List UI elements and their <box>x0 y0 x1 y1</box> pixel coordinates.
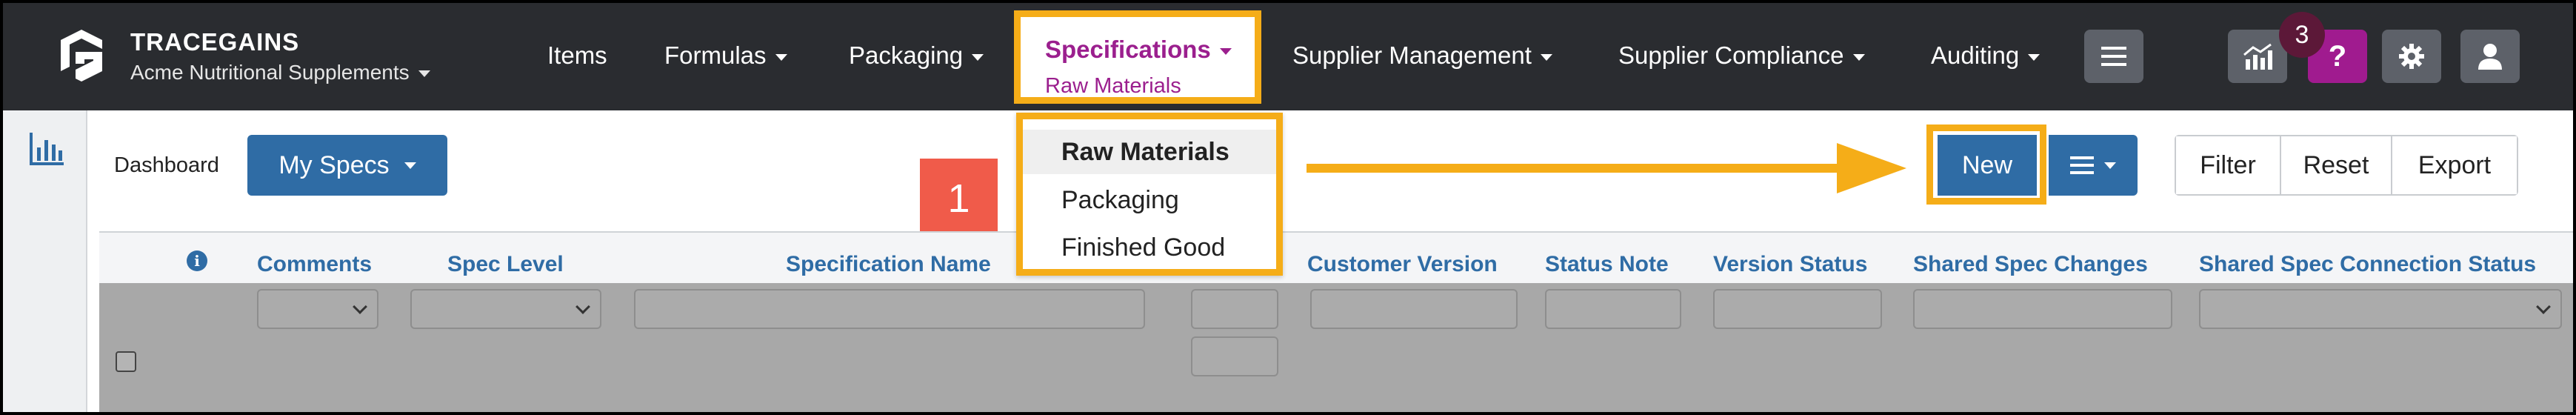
settings-button[interactable] <box>2382 30 2441 83</box>
chevron-down-icon <box>2104 162 2116 169</box>
nav-supplier-management[interactable]: Supplier Management <box>1292 42 1552 70</box>
new-button[interactable]: New <box>1938 135 2037 196</box>
info-icon[interactable]: i <box>187 250 207 271</box>
nav-auditing[interactable]: Auditing <box>1931 42 2041 70</box>
nav-auditing-label: Auditing <box>1931 42 2020 69</box>
nav-supplier-compliance-label: Supplier Compliance <box>1618 42 1844 69</box>
chevron-down-icon <box>418 70 430 78</box>
export-button[interactable]: Export <box>2392 136 2517 194</box>
grid-header-row: i Comments Spec Level Specification Name… <box>99 233 2573 283</box>
help-icon: ? <box>2328 39 2347 73</box>
step-number-callout: 1 <box>920 159 998 239</box>
nav-supplier-compliance[interactable]: Supplier Compliance <box>1618 42 1865 70</box>
reset-button[interactable]: Reset <box>2281 136 2392 194</box>
column-header-customer-version[interactable]: Customer Version <box>1307 252 1498 277</box>
left-rail <box>3 110 87 412</box>
company-selector[interactable]: Acme Nutritional Supplements <box>130 61 430 84</box>
dashboard-label: Dashboard <box>114 153 219 177</box>
grid-actions-group: Filter Reset Export <box>2175 135 2518 196</box>
nav-packaging[interactable]: Packaging <box>849 42 984 70</box>
tracegains-logo-icon[interactable] <box>55 27 110 84</box>
column-header-shared-spec-changes[interactable]: Shared Spec Changes <box>1913 252 2148 277</box>
nav-formulas-label: Formulas <box>664 42 767 69</box>
comments-filter-select[interactable] <box>257 289 378 329</box>
column-header-comments[interactable]: Comments <box>257 252 372 277</box>
specs-grid: i Comments Spec Level Specification Name… <box>99 231 2573 412</box>
column-filter-input-secondary[interactable] <box>1191 336 1278 376</box>
top-navigation-bar: TRACEGAINS Acme Nutritional Supplements … <box>3 3 2573 110</box>
menu-item-packaging[interactable]: Packaging <box>1023 178 1276 222</box>
chevron-down-icon <box>404 162 416 169</box>
bar-chart-icon[interactable] <box>28 133 64 165</box>
status-note-filter-input[interactable] <box>1545 289 1681 329</box>
grid-body <box>99 283 2573 412</box>
gear-icon <box>2399 44 2424 69</box>
column-header-specification-name[interactable]: Specification Name <box>786 252 991 277</box>
view-selector-label: My Specs <box>278 150 390 179</box>
nav-supplier-management-label: Supplier Management <box>1292 42 1532 69</box>
specification-name-filter-input[interactable] <box>634 289 1145 329</box>
chevron-down-icon <box>2028 53 2041 61</box>
nav-formulas[interactable]: Formulas <box>664 42 787 70</box>
user-icon <box>2478 44 2502 70</box>
column-header-version-status[interactable]: Version Status <box>1713 252 1867 277</box>
column-header-shared-spec-connection-status[interactable]: Shared Spec Connection Status <box>2199 252 2536 277</box>
nav-specifications-subtitle: Raw Materials <box>1045 74 1181 98</box>
list-icon <box>2070 156 2094 174</box>
brand-name: TRACEGAINS <box>130 28 300 56</box>
notification-badge: 3 <box>2279 12 2325 58</box>
column-filter-input[interactable] <box>1191 289 1278 329</box>
shared-spec-changes-filter-input[interactable] <box>1913 289 2172 329</box>
select-all-checkbox[interactable] <box>116 351 136 372</box>
analytics-button[interactable] <box>2228 30 2287 83</box>
nav-items-label: Items <box>547 42 607 69</box>
chevron-down-icon <box>1219 47 1232 55</box>
shared-spec-connection-status-filter-select[interactable] <box>2199 289 2562 329</box>
list-options-button[interactable] <box>2049 135 2138 196</box>
filter-button[interactable]: Filter <box>2176 136 2281 194</box>
analytics-chart-icon <box>2243 43 2272 70</box>
hamburger-icon <box>2101 47 2126 66</box>
chevron-down-icon <box>775 53 787 61</box>
user-profile-button[interactable] <box>2460 30 2520 83</box>
nav-specifications-label: Specifications <box>1045 36 1211 63</box>
view-selector-dropdown[interactable]: My Specs <box>247 135 447 196</box>
app-window: TRACEGAINS Acme Nutritional Supplements … <box>0 0 2576 415</box>
version-status-filter-input[interactable] <box>1713 289 1882 329</box>
column-header-status-note[interactable]: Status Note <box>1545 252 1669 277</box>
chevron-down-icon <box>972 53 984 61</box>
specifications-dropdown-menu: Raw Materials Packaging Finished Good <box>1016 113 1283 276</box>
company-name: Acme Nutritional Supplements <box>130 61 410 84</box>
nav-items[interactable]: Items <box>547 42 607 70</box>
annotation-arrow-icon <box>1307 143 1906 193</box>
more-menu-button[interactable] <box>2084 30 2143 83</box>
nav-packaging-label: Packaging <box>849 42 964 69</box>
spec-level-filter-select[interactable] <box>410 289 601 329</box>
customer-version-filter-input[interactable] <box>1310 289 1518 329</box>
menu-item-finished-good[interactable]: Finished Good <box>1023 225 1276 270</box>
menu-item-raw-materials[interactable]: Raw Materials <box>1023 130 1276 174</box>
chevron-down-icon <box>1852 53 1865 61</box>
chevron-down-icon <box>1540 53 1552 61</box>
page: TRACEGAINS Acme Nutritional Supplements … <box>0 0 2576 415</box>
nav-specifications[interactable]: Specifications <box>1045 36 1232 64</box>
column-header-spec-level[interactable]: Spec Level <box>447 252 564 277</box>
